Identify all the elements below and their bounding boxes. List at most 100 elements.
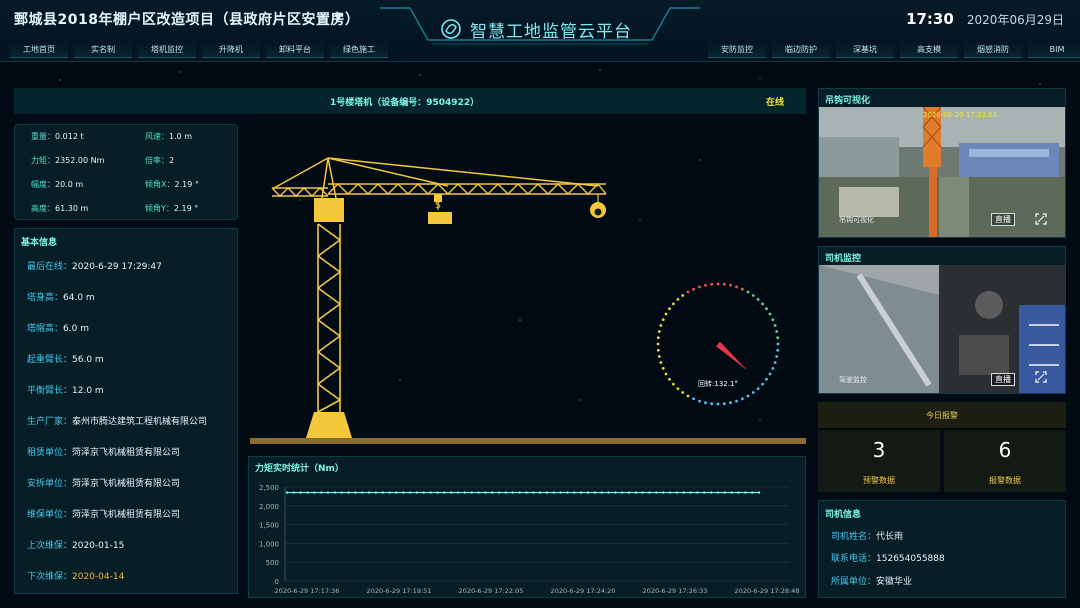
dial-tick — [692, 287, 695, 291]
platform-title: 智慧工地监管云平台 — [470, 21, 632, 42]
dial-tick — [659, 324, 663, 327]
driver-camera-feed[interactable]: 驾驶监控 直播 — [819, 265, 1065, 393]
chart-point — [402, 491, 405, 494]
info-row-last-maintenance: 上次维保：2020-01-15 — [27, 541, 125, 551]
chart-point — [484, 491, 487, 494]
crane-name: 1号楼塔机（设备编号：9504922） — [330, 98, 480, 108]
dial-tick — [771, 367, 775, 370]
nav-item-high-formwork[interactable]: 高支模 — [900, 42, 958, 58]
crane-counter-jib — [271, 187, 329, 197]
dial-tick — [716, 282, 720, 286]
nav-item-bim[interactable]: BIM — [1028, 42, 1080, 58]
alarm-label: 报警数据 — [989, 476, 1021, 485]
clock-time: 17:30 — [906, 10, 954, 28]
driver-company-row: 所属单位：安徽华业 — [831, 577, 913, 587]
moment-chart-panel: 力矩实时统计（Nm） 0 500 1,000 1,500 2,000 2,500 2020-… — [248, 456, 806, 598]
basic-info-title: 基本信息 — [21, 238, 58, 248]
nav-item-smoke-fire[interactable]: 烟感消防 — [964, 42, 1022, 58]
dial-tick — [735, 285, 738, 289]
info-row-tower-height: 塔身高：64.0 m — [27, 293, 95, 303]
chart-point — [614, 491, 617, 494]
clock: 17:30 2020年06月29日 — [906, 9, 1064, 28]
chart-point — [566, 491, 569, 494]
chart-point — [552, 491, 555, 494]
driver-camera-live-button[interactable]: 直播 — [991, 373, 1015, 386]
dial-needle — [716, 341, 748, 371]
hook-camera-feed[interactable]: 2020-06-29 17:33:51 吊钩可视化 直播 — [819, 107, 1065, 237]
driver-camera-title: 司机监控 — [825, 254, 862, 264]
warning-count: 3 — [872, 438, 886, 462]
driver-camera-expand-icon[interactable] — [1035, 371, 1047, 383]
nav-item-edge-protection[interactable]: 临边防护 — [772, 42, 830, 58]
nav-item-security[interactable]: 安防监控 — [708, 42, 766, 58]
chart-y-tick-label: 500 — [266, 559, 279, 567]
hook-camera-expand-icon[interactable] — [1035, 213, 1047, 225]
chart-point — [354, 491, 357, 494]
chart-point — [408, 491, 412, 494]
warning-box[interactable]: 3 预警数据 — [818, 430, 940, 492]
top-bar: 鄄城县2018年棚户区改造项目（县政府片区安置房） ▼ 智慧工地监管云平台 17… — [0, 0, 1080, 62]
crane-base — [306, 412, 352, 438]
nav-item-home[interactable]: 工地首页 — [10, 42, 68, 58]
dial-tick — [751, 391, 755, 394]
chart-x-tick-label: 2020-6-29 17:26:33 — [643, 587, 708, 595]
chart-point — [730, 491, 733, 494]
chart-point — [696, 491, 699, 494]
chart-point — [751, 491, 754, 494]
chart-point — [532, 491, 535, 494]
chart-point — [662, 491, 665, 494]
metric-tilt-x: 倾角X：2.19 ° — [145, 180, 199, 189]
dial-tick — [768, 372, 772, 376]
chart-point — [538, 491, 542, 494]
chart-point — [648, 491, 651, 494]
chart-point — [641, 491, 644, 494]
metric-moment: 力矩：2352.00 Nm — [31, 156, 105, 165]
dial-tick — [768, 312, 772, 316]
nav-item-green-construction[interactable]: 绿色施工 — [330, 42, 388, 58]
chart-point — [415, 491, 419, 494]
chart-x-tick-label: 2020-6-29 17:17:36 — [275, 587, 340, 595]
chart-point — [450, 491, 453, 494]
driver-name-row: 司机姓名：代长雨 — [831, 532, 904, 542]
chart-point — [675, 491, 679, 494]
dial-tick — [761, 382, 764, 386]
dial-tick — [672, 382, 675, 386]
dial-tick — [664, 372, 668, 376]
nav-item-real-name[interactable]: 实名制 — [74, 42, 132, 58]
hook-camera-timestamp: 2020-06-29 17:33:51 — [923, 111, 998, 119]
nav-item-unloading-platform[interactable]: 卸料平台 — [266, 42, 324, 58]
dial-tick — [676, 387, 680, 390]
info-row-last-online: 最后在线：2020-6-29 17:29:47 — [27, 262, 162, 272]
chart-point — [313, 491, 316, 494]
dial-tick — [751, 294, 755, 297]
chart-point — [709, 491, 713, 494]
chart-point — [737, 491, 740, 494]
project-dropdown-icon[interactable]: ▼ — [334, 10, 342, 23]
chart-y-tick-label: 2,000 — [259, 503, 279, 511]
alarm-box[interactable]: 6 报警数据 — [944, 430, 1066, 492]
dial-tick — [681, 391, 685, 394]
metric-ratio: 倍率：2 — [145, 156, 175, 165]
chart-point — [655, 491, 658, 494]
nav-item-elevator[interactable]: 升降机 — [202, 42, 260, 58]
chart-point — [586, 491, 590, 494]
driver-info-panel: 司机信息 司机姓名：代长雨 联系电话：152654055888 所属单位：安徽华… — [818, 500, 1066, 598]
dial-tick — [722, 282, 726, 286]
hook-camera-panel: 吊钩可视化 2020-06-29 17:33:51 吊钩可视化 直播 — [818, 88, 1066, 238]
chart-point — [320, 491, 323, 494]
hook-camera-live-button[interactable]: 直播 — [991, 213, 1015, 226]
platform-logo-icon — [441, 19, 461, 39]
chart-point — [285, 491, 289, 494]
crane-hook: S — [428, 194, 452, 224]
dial-tick — [773, 324, 777, 327]
dial-tick — [776, 342, 780, 346]
alarm-header: 今日报警 — [818, 402, 1066, 428]
chart-point — [525, 491, 528, 494]
dial-tick — [672, 302, 675, 306]
metric-amplitude: 幅度：20.0 m — [31, 180, 84, 189]
dial-tick — [676, 298, 680, 301]
dial-tick — [698, 285, 701, 289]
nav-item-tower-crane[interactable]: 塔机监控 — [138, 42, 196, 58]
nav-item-deep-pit[interactable]: 深基坑 — [836, 42, 894, 58]
chart-point — [443, 491, 446, 494]
